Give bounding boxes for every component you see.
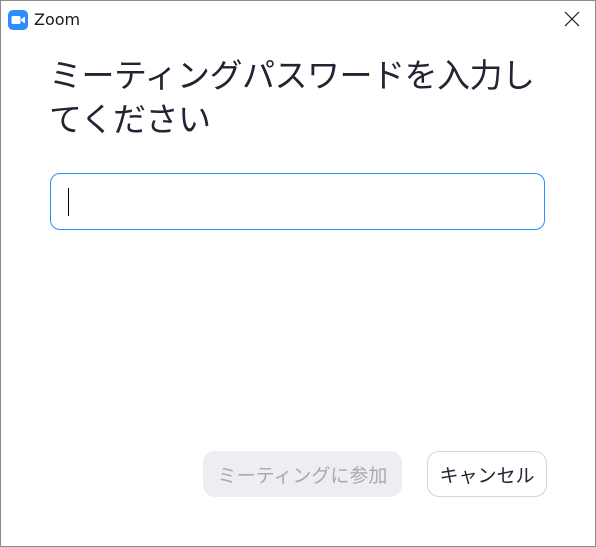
cancel-button[interactable]: キャンセル [427,451,547,497]
zoom-app-icon [8,10,28,30]
zoom-password-dialog: Zoom ミーティングパスワードを入力してください ミーティングに参加 キャンセ… [0,0,596,547]
window-title: Zoom [34,10,81,29]
text-caret [68,188,69,216]
password-input[interactable] [51,174,544,229]
join-meeting-button[interactable]: ミーティングに参加 [203,451,402,497]
close-icon [564,11,580,27]
title-bar[interactable]: Zoom [1,1,595,39]
close-button[interactable] [549,1,595,37]
dialog-heading: ミーティングパスワードを入力してください [49,56,535,139]
password-field[interactable] [50,173,545,230]
